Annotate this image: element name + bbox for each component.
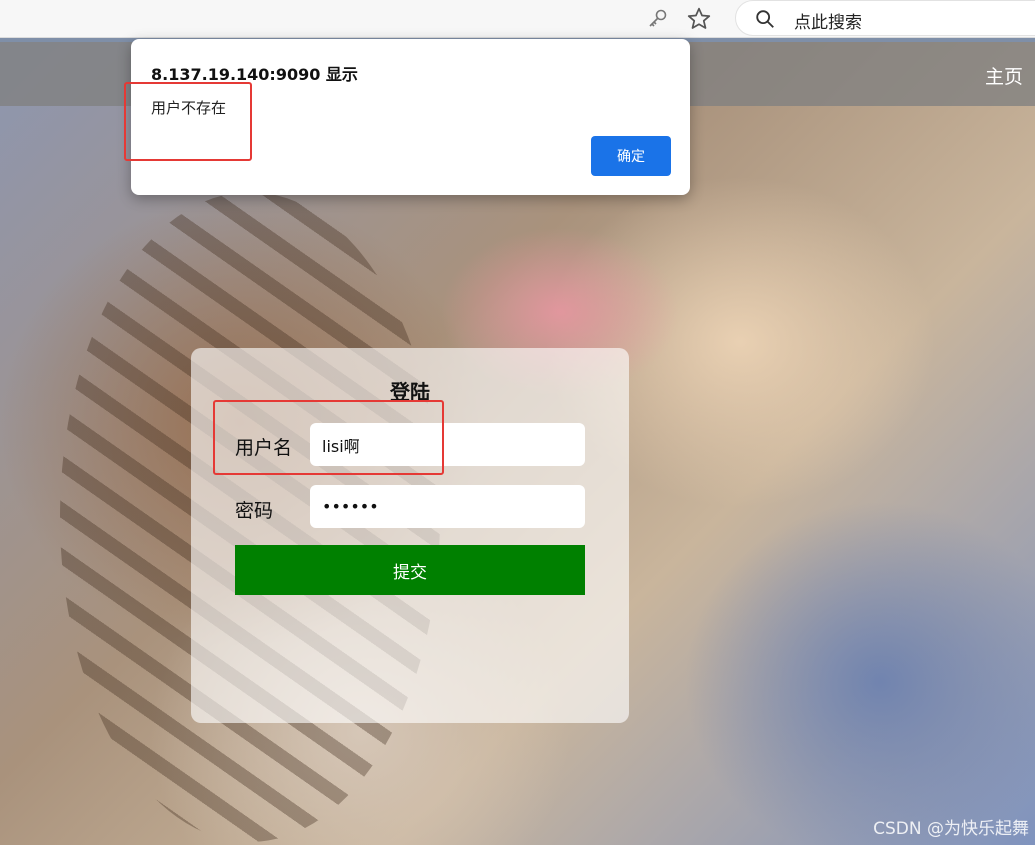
password-label: 密码 xyxy=(235,500,274,522)
annotation-box-message xyxy=(124,82,252,161)
submit-button[interactable]: 提交 xyxy=(235,545,585,595)
annotation-box-username xyxy=(213,400,444,475)
watermark: CSDN @为快乐起舞 xyxy=(873,819,1029,839)
nav-home-link[interactable]: 主页 xyxy=(985,62,1023,89)
search-placeholder: 点此搜索 xyxy=(794,13,862,33)
star-icon[interactable] xyxy=(686,6,712,32)
alert-ok-button[interactable]: 确定 xyxy=(591,136,671,176)
browser-search-box[interactable]: 点此搜索 xyxy=(735,0,1035,36)
browser-toolbar: 点此搜索 xyxy=(0,0,1035,38)
search-icon xyxy=(756,10,774,28)
key-icon[interactable] xyxy=(646,7,670,31)
password-input[interactable] xyxy=(310,485,585,528)
